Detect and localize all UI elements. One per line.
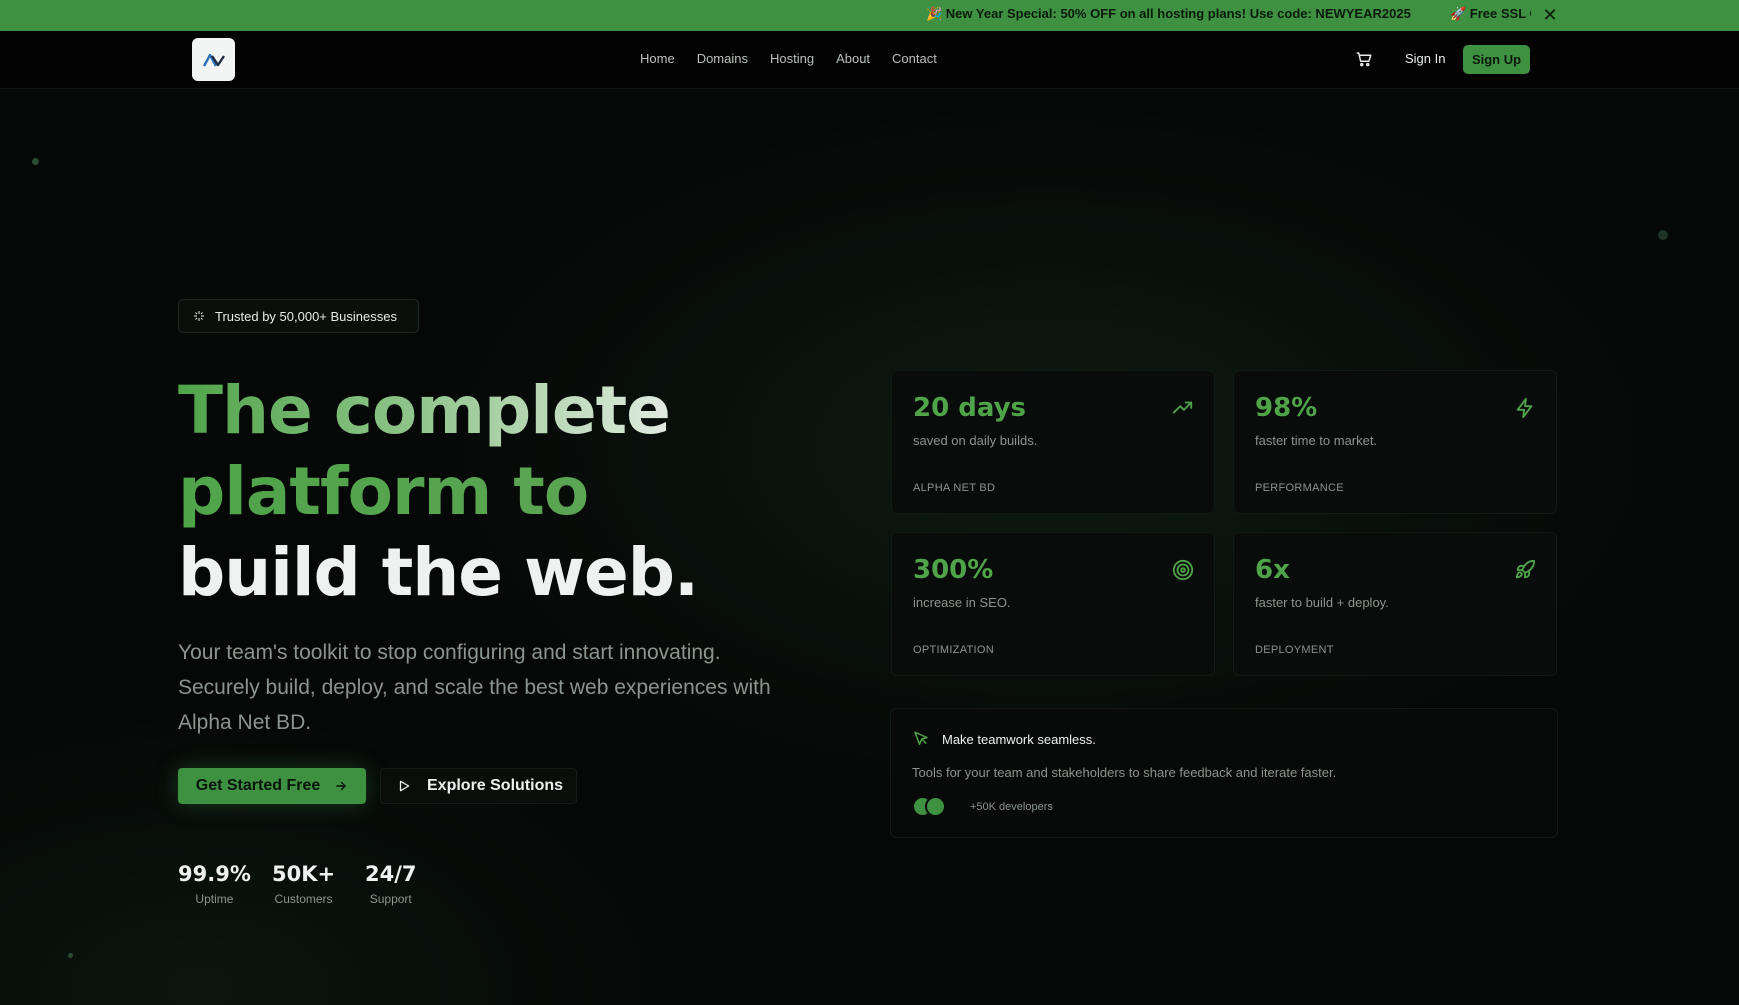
metric-value: 98% bbox=[1255, 393, 1318, 423]
nav-link-about[interactable]: About bbox=[836, 51, 870, 66]
alpha-logo-icon[interactable] bbox=[192, 38, 235, 81]
teamwork-title: Make teamwork seamless. bbox=[942, 732, 1096, 747]
promo-ticker: 🎉 New Year Special: 50% OFF on all hosti… bbox=[926, 0, 1531, 31]
decorative-dot bbox=[32, 158, 39, 165]
sign-in-link[interactable]: Sign In bbox=[1405, 51, 1445, 66]
headline-line-3: build the web. bbox=[178, 534, 699, 611]
stat-uptime: 99.9% Uptime bbox=[178, 862, 251, 906]
get-started-button[interactable]: Get Started Free bbox=[178, 768, 366, 804]
stat-customers: 50K+ Customers bbox=[272, 862, 335, 906]
explore-solutions-button[interactable]: Explore Solutions bbox=[380, 768, 577, 804]
developer-count: +50K developers bbox=[970, 801, 1053, 813]
trust-badge: Trusted by 50,000+ Businesses bbox=[178, 299, 419, 333]
metric-desc: increase in SEO. bbox=[913, 595, 1011, 610]
decorative-dot bbox=[1658, 230, 1668, 240]
rocket-icon bbox=[1515, 559, 1536, 579]
metric-desc: faster time to market. bbox=[1255, 433, 1378, 448]
nav-link-hosting[interactable]: Hosting bbox=[770, 51, 814, 66]
target-icon bbox=[1172, 559, 1194, 581]
nav-links: Home Domains Hosting About Contact bbox=[640, 51, 959, 66]
promo-message: 🎉 New Year Special: 50% OFF on all hosti… bbox=[926, 6, 1411, 21]
teamwork-card: Make teamwork seamless. Tools for your t… bbox=[890, 708, 1558, 838]
nav-link-home[interactable]: Home bbox=[640, 51, 675, 66]
avatar-stack bbox=[912, 796, 952, 818]
decorative-dot bbox=[68, 953, 73, 958]
metric-value: 300% bbox=[913, 555, 994, 585]
arrow-right-icon bbox=[336, 781, 347, 791]
stat-value: 99.9% bbox=[178, 862, 251, 886]
sparkle-icon bbox=[194, 311, 204, 321]
metric-tag: ALPHA NET BD bbox=[913, 482, 996, 494]
metric-value: 20 days bbox=[913, 393, 1027, 423]
metric-tag: OPTIMIZATION bbox=[913, 644, 995, 656]
metric-tag: DEPLOYMENT bbox=[1255, 644, 1334, 656]
promo-message-secondary: 🚀 Free SSL Certificate with every hostin… bbox=[1450, 6, 1531, 21]
metric-value: 6x bbox=[1255, 555, 1290, 585]
hero-subtext: Your team's toolkit to stop configuring … bbox=[178, 641, 771, 734]
hero-headline: The complete platform to build the web. bbox=[178, 370, 699, 613]
metric-desc: faster to build + deploy. bbox=[1255, 595, 1389, 610]
stat-label: Support bbox=[369, 892, 412, 906]
headline-line-1: The complete bbox=[178, 370, 698, 451]
stat-value: 24/7 bbox=[365, 862, 417, 886]
trust-badge-label: Trusted by 50,000+ Businesses bbox=[215, 308, 397, 324]
metric-card-builds: 20 days saved on daily builds. ALPHA NET… bbox=[891, 370, 1215, 514]
lightning-icon bbox=[1516, 397, 1533, 419]
nav-link-contact[interactable]: Contact bbox=[892, 51, 937, 66]
stat-label: Uptime bbox=[195, 892, 234, 906]
navbar: Home Domains Hosting About Contact Sign … bbox=[0, 31, 1739, 89]
nav-link-domains[interactable]: Domains bbox=[697, 51, 748, 66]
sign-up-button[interactable]: Sign Up bbox=[1463, 45, 1530, 74]
close-icon[interactable]: ✕ bbox=[1540, 5, 1560, 25]
play-icon bbox=[399, 780, 410, 792]
metric-card-performance: 98% faster time to market. PERFORMANCE bbox=[1233, 370, 1557, 514]
metric-tag: PERFORMANCE bbox=[1255, 482, 1344, 494]
stat-value: 50K+ bbox=[272, 862, 336, 886]
explore-solutions-label: Explore Solutions bbox=[427, 777, 564, 794]
trending-up-icon bbox=[1172, 401, 1193, 414]
headline-line-2: platform to bbox=[178, 451, 698, 532]
stat-support: 24/7 Support bbox=[365, 862, 417, 906]
promo-banner: 🎉 New Year Special: 50% OFF on all hosti… bbox=[0, 0, 1739, 31]
cart-icon[interactable] bbox=[1355, 50, 1373, 68]
avatar bbox=[925, 796, 946, 817]
metric-card-seo: 300% increase in SEO. OPTIMIZATION bbox=[891, 532, 1215, 676]
get-started-label: Get Started Free bbox=[195, 777, 321, 794]
cursor-pointer-icon bbox=[914, 731, 928, 745]
metric-desc: saved on daily builds. bbox=[913, 433, 1038, 448]
metric-card-deployment: 6x faster to build + deploy. DEPLOYMENT bbox=[1233, 532, 1557, 676]
teamwork-desc: Tools for your team and stakeholders to … bbox=[912, 765, 1337, 780]
stat-label: Customers bbox=[274, 892, 333, 906]
